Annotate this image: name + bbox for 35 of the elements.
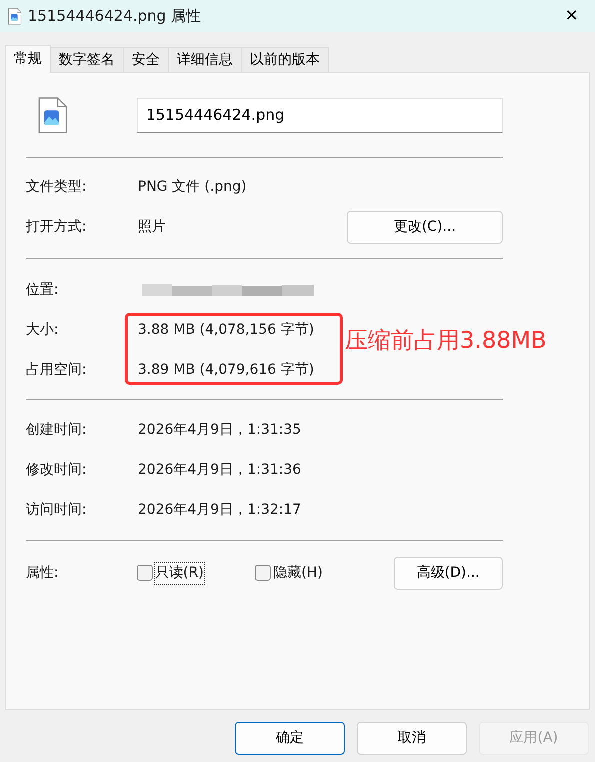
field-label: 打开方式: [26, 218, 88, 236]
tab[interactable]: 详细信息 [168, 47, 242, 72]
advanced-button[interactable]: 高级(D)... [394, 556, 504, 590]
change-button[interactable]: 更改(C)... [347, 210, 503, 244]
field-label: 属性: [26, 564, 60, 582]
field-label: 访问时间: [26, 500, 88, 520]
field-value: 3.89 MB (4,079,616 字节) [138, 360, 314, 380]
tab[interactable]: 安全 [123, 47, 169, 72]
field-label: 位置: [26, 280, 60, 300]
field-label: 创建时间: [26, 420, 88, 440]
tab[interactable]: 以前的版本 [241, 47, 329, 72]
close-button[interactable]: ✕ [549, 0, 595, 32]
field-value: 3.88 MB (4,078,156 字节) [138, 320, 314, 340]
checkbox[interactable] [137, 565, 154, 581]
tab[interactable]: 数字签名 [50, 47, 124, 72]
checkbox[interactable] [255, 565, 272, 581]
image-file-icon [8, 8, 22, 24]
field-value: 2026年4月9日，1:31:36 [138, 460, 302, 480]
field-value: 2026年4月9日，1:31:35 [138, 420, 302, 440]
field-label: 占用空间: [26, 360, 88, 380]
field-value: PNG 文件 (.png) [138, 178, 247, 196]
field-label: 大小: [26, 320, 60, 340]
checkbox-label[interactable]: 隐藏(H) [273, 562, 323, 584]
field-label: 修改时间: [26, 460, 88, 480]
dialog-button[interactable]: 确定 [235, 722, 345, 755]
dialog-button[interactable]: 取消 [357, 722, 467, 755]
file-name-field[interactable]: 15154446424.png [137, 98, 503, 132]
window-title: 15154446424.png 属性 [28, 6, 202, 27]
tab[interactable]: 常规 [5, 45, 51, 73]
image-file-icon [38, 96, 68, 134]
checkbox-label[interactable]: 只读(R) [155, 562, 204, 584]
field-value: 2026年4月9日，1:32:17 [138, 500, 302, 520]
annotation-text: 压缩前占用3.88MB [345, 327, 547, 356]
field-value: 照片 [138, 218, 166, 236]
field-label: 文件类型: [26, 178, 88, 196]
